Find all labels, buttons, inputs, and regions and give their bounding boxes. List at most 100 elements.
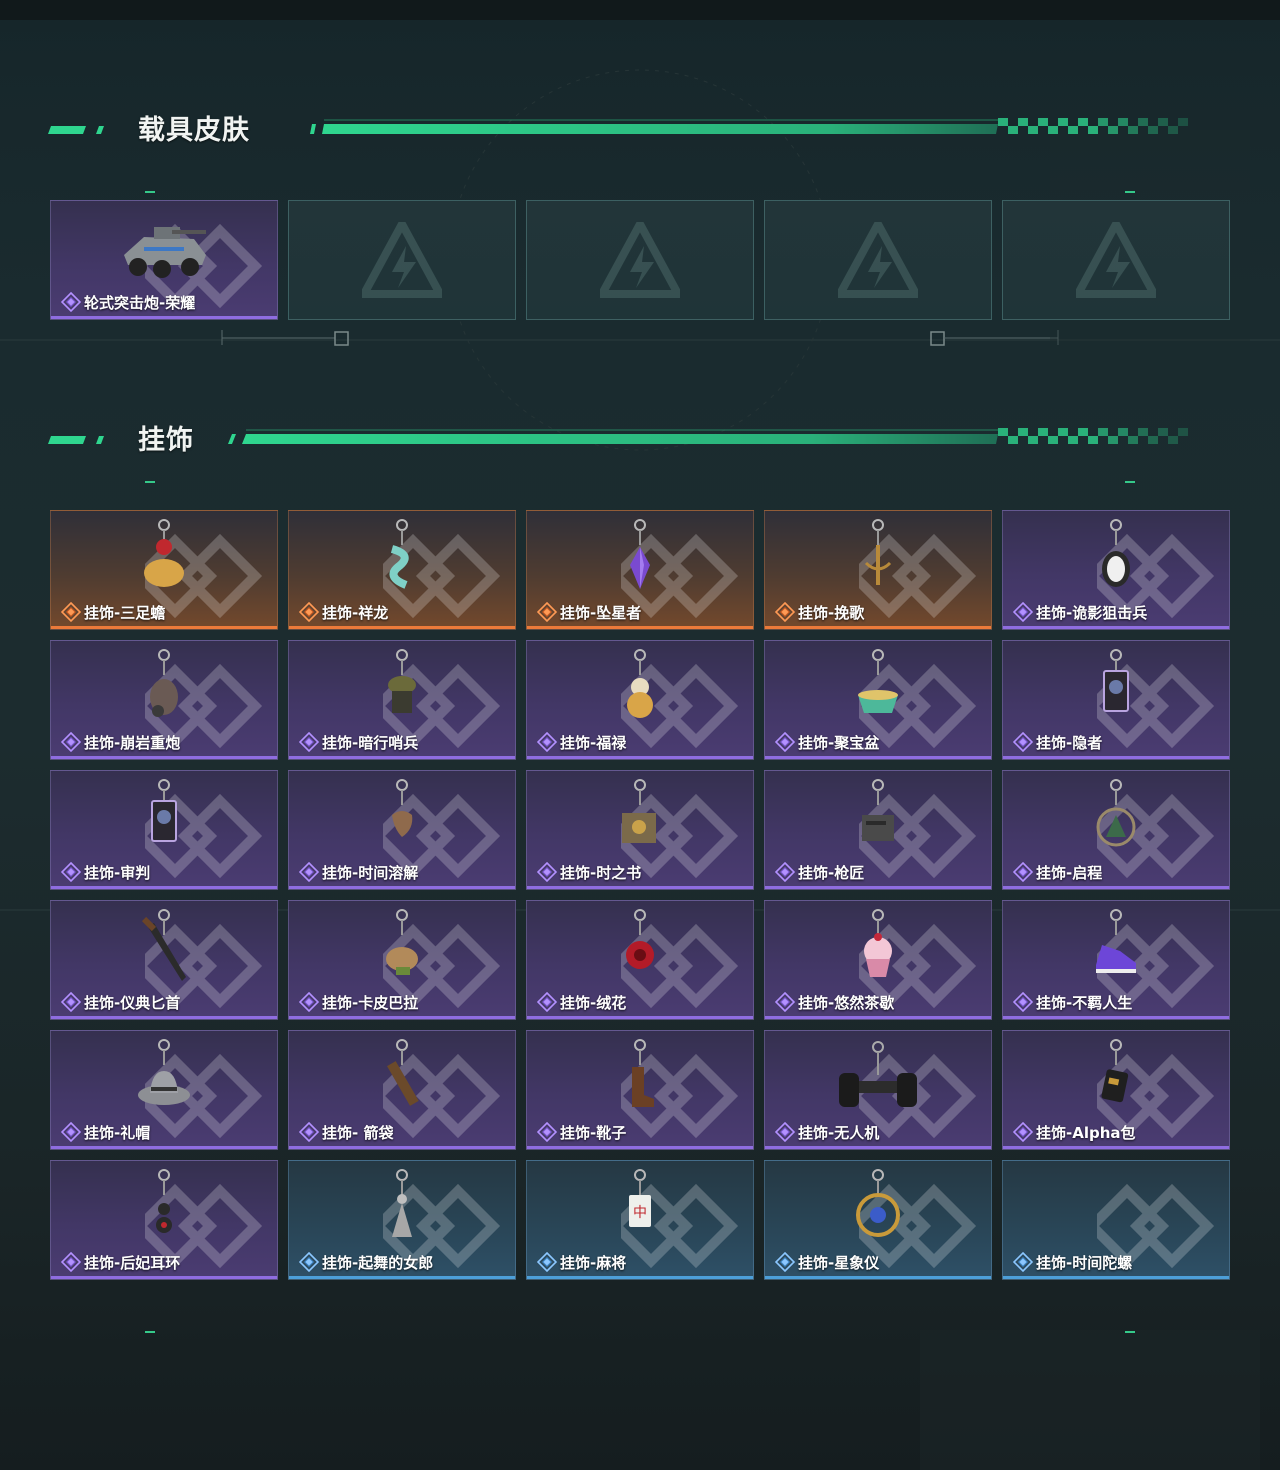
- item-card[interactable]: 挂饰-三足蟾: [50, 510, 278, 630]
- rarity-gem-icon: [61, 1252, 81, 1272]
- item-card[interactable]: 挂饰-聚宝盆: [764, 640, 992, 760]
- item-card[interactable]: 挂饰-后妃耳环: [50, 1160, 278, 1280]
- rarity-bar: [51, 316, 277, 319]
- boot-icon: [632, 1039, 654, 1107]
- rarity-gem-icon: [775, 1122, 795, 1142]
- item-name: 挂饰-启程: [1036, 863, 1103, 882]
- item-name: 挂饰-祥龙: [322, 603, 389, 622]
- item-card[interactable]: 挂饰-挽歌: [764, 510, 992, 630]
- astrolabe-icon: [856, 1169, 900, 1237]
- section-title-charms: 挂饰: [138, 425, 194, 456]
- item-label: 挂饰-麻将: [537, 1252, 626, 1272]
- item-label: 挂饰-三足蟾: [61, 602, 165, 622]
- section-header-left-deco: [48, 126, 104, 134]
- item-card[interactable]: 挂饰-星象仪: [764, 1160, 992, 1280]
- pouch-icon: [1101, 1039, 1129, 1103]
- item-card[interactable]: 轮式突击炮-荣耀: [50, 200, 278, 320]
- rarity-gem-icon: [61, 862, 81, 882]
- item-card[interactable]: 挂饰-启程: [1002, 770, 1230, 890]
- item-card[interactable]: 挂饰-暗行哨兵: [288, 640, 516, 760]
- rarity-bar: [289, 1146, 515, 1149]
- item-card[interactable]: 挂饰-卡皮巴拉: [288, 900, 516, 1020]
- item-name: 挂饰-三足蟾: [84, 603, 166, 622]
- item-card[interactable]: 挂饰-礼帽: [50, 1030, 278, 1150]
- rarity-bar: [51, 626, 277, 629]
- rarity-gem-icon: [775, 602, 795, 622]
- rarity-bar: [289, 1276, 515, 1279]
- item-label: 挂饰-起舞的女郎: [299, 1252, 433, 1272]
- item-card[interactable]: 挂饰-时间陀螺: [1002, 1160, 1230, 1280]
- item-name: 挂饰-时之书: [560, 863, 642, 882]
- melting-clock-icon: [392, 779, 413, 837]
- rarity-gem-icon: [299, 1122, 319, 1142]
- rarity-bar: [1003, 756, 1229, 759]
- soldier-figure-icon: [388, 649, 416, 713]
- rarity-gem-icon: [1013, 602, 1033, 622]
- rarity-gem-icon: [775, 732, 795, 752]
- sneaker-icon: [1096, 909, 1136, 973]
- item-card[interactable]: 挂饰-绒花: [526, 900, 754, 1020]
- item-card[interactable]: 挂饰-诡影狙击兵: [1002, 510, 1230, 630]
- item-card[interactable]: 挂饰-仪典匕首: [50, 900, 278, 1020]
- rarity-bar: [289, 626, 515, 629]
- rarity-bar: [527, 886, 753, 889]
- item-name: 挂饰-起舞的女郎: [322, 1253, 434, 1272]
- corner-tick: [145, 191, 155, 193]
- armored-car-icon: [124, 227, 206, 278]
- mahjong-tile-icon: 中: [629, 1169, 651, 1227]
- rarity-bar: [1003, 1276, 1229, 1279]
- item-name: 挂饰-坠星者: [560, 603, 642, 622]
- item-card[interactable]: 挂饰-枪匠: [764, 770, 992, 890]
- item-name: 挂饰-无人机: [798, 1123, 880, 1142]
- item-card[interactable]: 挂饰-坠星者: [526, 510, 754, 630]
- item-label: 挂饰- 箭袋: [299, 1122, 393, 1142]
- item-card[interactable]: 挂饰-悠然茶歇: [764, 900, 992, 1020]
- item-name: 挂饰-时间陀螺: [1036, 1253, 1133, 1272]
- item-card[interactable]: 挂饰-Alpha包: [1002, 1030, 1230, 1150]
- item-label: 挂饰-审判: [61, 862, 150, 882]
- corner-tick: [1125, 481, 1135, 483]
- rarity-bar: [51, 1146, 277, 1149]
- empty-slot: [288, 200, 516, 320]
- corner-tick: [1125, 1331, 1135, 1333]
- item-card[interactable]: 挂饰-崩岩重炮: [50, 640, 278, 760]
- cupcake-icon: [864, 909, 892, 977]
- item-card[interactable]: 挂饰- 箭袋: [288, 1030, 516, 1150]
- rarity-bar: [765, 756, 991, 759]
- penguin-icon: [1102, 519, 1130, 587]
- rarity-gem-icon: [299, 992, 319, 1012]
- item-card[interactable]: 挂饰-隐者: [1002, 640, 1230, 760]
- rarity-bar: [1003, 886, 1229, 889]
- item-name: 挂饰-诡影狙击兵: [1036, 603, 1148, 622]
- item-card[interactable]: 挂饰-时间溶解: [288, 770, 516, 890]
- item-label: 挂饰-靴子: [537, 1122, 626, 1142]
- item-card[interactable]: 挂饰-不羁人生: [1002, 900, 1230, 1020]
- rarity-gem-icon: [537, 602, 557, 622]
- section-title-vehicle: 载具皮肤: [138, 115, 250, 146]
- item-label: 挂饰-无人机: [775, 1122, 879, 1142]
- item-card[interactable]: 挂饰-福禄: [526, 640, 754, 760]
- section-header-left-deco: [48, 436, 104, 444]
- rarity-bar: [765, 1016, 991, 1019]
- hat-icon: [138, 1039, 190, 1105]
- item-label: 挂饰-崩岩重炮: [61, 732, 180, 752]
- item-name: 挂饰-麻将: [560, 1253, 627, 1272]
- dancer-icon: [392, 1169, 412, 1237]
- item-label: 挂饰-仪典匕首: [61, 992, 180, 1012]
- item-label: 挂饰-礼帽: [61, 1122, 150, 1142]
- item-card[interactable]: 挂饰-无人机: [764, 1030, 992, 1150]
- tarot-card-icon: [151, 779, 177, 842]
- item-card[interactable]: 挂饰-起舞的女郎: [288, 1160, 516, 1280]
- item-card[interactable]: 中 挂饰-麻将: [526, 1160, 754, 1280]
- item-label: 挂饰-挽歌: [775, 602, 864, 622]
- item-card[interactable]: 挂饰-靴子: [526, 1030, 754, 1150]
- item-name: 挂饰-悠然茶歇: [798, 993, 895, 1012]
- rarity-gem-icon: [61, 1122, 81, 1142]
- book-icon: [622, 779, 656, 843]
- item-name: 挂饰-礼帽: [84, 1123, 151, 1142]
- rarity-bar: [289, 1016, 515, 1019]
- item-card[interactable]: 挂饰-审判: [50, 770, 278, 890]
- item-card[interactable]: 挂饰-祥龙: [288, 510, 516, 630]
- rarity-gem-icon: [1013, 732, 1033, 752]
- item-card[interactable]: 挂饰-时之书: [526, 770, 754, 890]
